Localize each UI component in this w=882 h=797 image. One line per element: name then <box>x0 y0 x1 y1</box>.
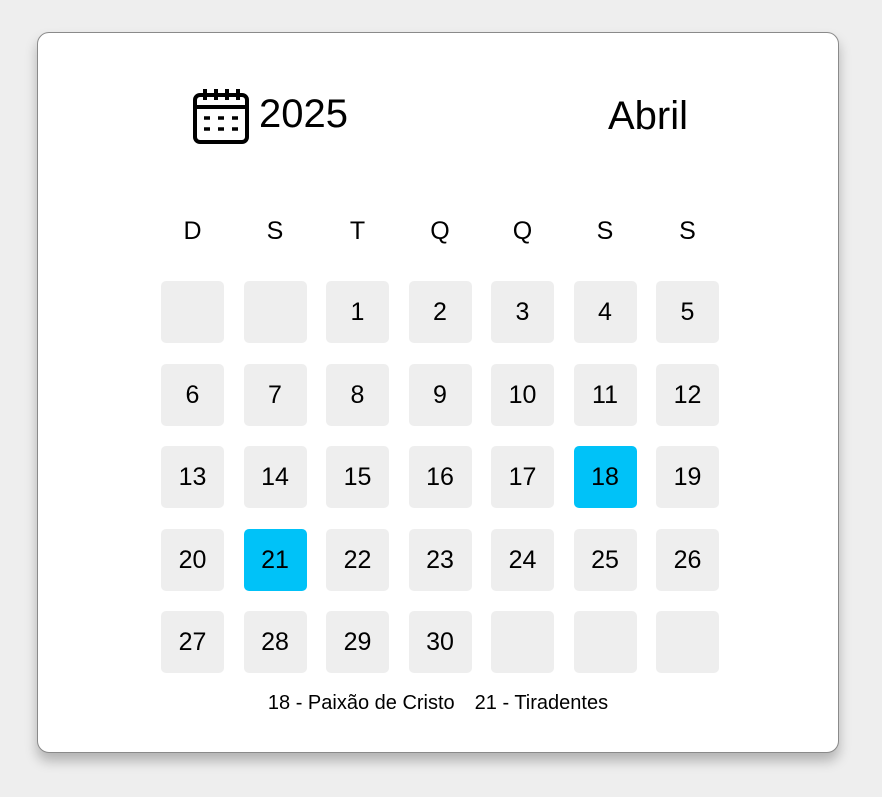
legend-item: 21 - Tiradentes <box>474 692 609 714</box>
weekday-header-row: DSTQQSS <box>161 211 719 251</box>
holiday-day-cell[interactable]: 18 <box>573 446 637 508</box>
empty-day-cell <box>656 611 719 673</box>
empty-day-cell <box>491 611 554 673</box>
day-cell[interactable]: 19 <box>656 446 719 508</box>
day-cell[interactable]: 6 <box>161 363 224 426</box>
day-cell[interactable]: 12 <box>656 363 719 426</box>
weekday-label: Q <box>430 217 450 245</box>
day-cell[interactable]: 30 <box>408 611 472 673</box>
day-cell[interactable]: 7 <box>243 363 307 426</box>
day-cell[interactable]: 23 <box>408 528 472 591</box>
calendar-icon <box>192 87 250 145</box>
empty-day-cell <box>161 281 224 343</box>
year-label: 2025 <box>259 92 348 136</box>
day-cell[interactable]: 4 <box>573 281 637 343</box>
legend-item: 18 - Paixão de Cristo <box>267 692 455 714</box>
holiday-day-cell[interactable]: 21 <box>243 528 307 591</box>
day-cell[interactable]: 15 <box>326 446 389 508</box>
calendar-header: 2025 Abril <box>38 33 838 193</box>
day-cell[interactable]: 22 <box>326 528 389 591</box>
weekday-label: S <box>266 217 284 245</box>
day-cell[interactable]: 1 <box>326 281 389 343</box>
weekday-label: S <box>596 217 614 245</box>
weekday-label: D <box>183 217 202 245</box>
day-cell[interactable]: 9 <box>408 363 472 426</box>
holiday-legend: 18 - Paixão de Cristo 21 - Tiradentes <box>38 691 838 715</box>
calendar-card: 2025 Abril DSTQQSS 1 2 3 4 5 6 7 8 9 10 11 12 13 14 15… <box>37 32 839 753</box>
day-cell[interactable]: 11 <box>573 363 637 426</box>
day-cell[interactable]: 16 <box>408 446 472 508</box>
day-cell[interactable]: 24 <box>491 528 554 591</box>
day-cell[interactable]: 8 <box>326 363 389 426</box>
day-cell[interactable]: 29 <box>326 611 389 673</box>
day-cell[interactable]: 10 <box>491 363 554 426</box>
weekday-label: S <box>679 217 696 245</box>
empty-day-cell <box>573 611 637 673</box>
day-cell[interactable]: 28 <box>243 611 307 673</box>
day-cell[interactable]: 5 <box>656 281 719 343</box>
day-cell[interactable]: 25 <box>573 528 637 591</box>
day-cell[interactable]: 2 <box>408 281 472 343</box>
day-cell[interactable]: 14 <box>243 446 307 508</box>
day-cell[interactable]: 27 <box>161 611 224 673</box>
weekday-label: T <box>349 217 366 245</box>
day-cell[interactable]: 20 <box>161 528 224 591</box>
empty-day-cell <box>243 281 307 343</box>
day-cell[interactable]: 13 <box>161 446 224 508</box>
day-cell[interactable]: 17 <box>491 446 554 508</box>
weekday-label: Q <box>512 217 533 245</box>
day-grid: 1 2 3 4 5 6 7 8 9 10 11 12 13 14 15 16 17 18 19 20 21 22 23 24 2… <box>161 281 719 673</box>
day-cell[interactable]: 3 <box>491 281 554 343</box>
day-cell[interactable]: 26 <box>656 528 719 591</box>
month-label: Abril <box>607 94 688 138</box>
